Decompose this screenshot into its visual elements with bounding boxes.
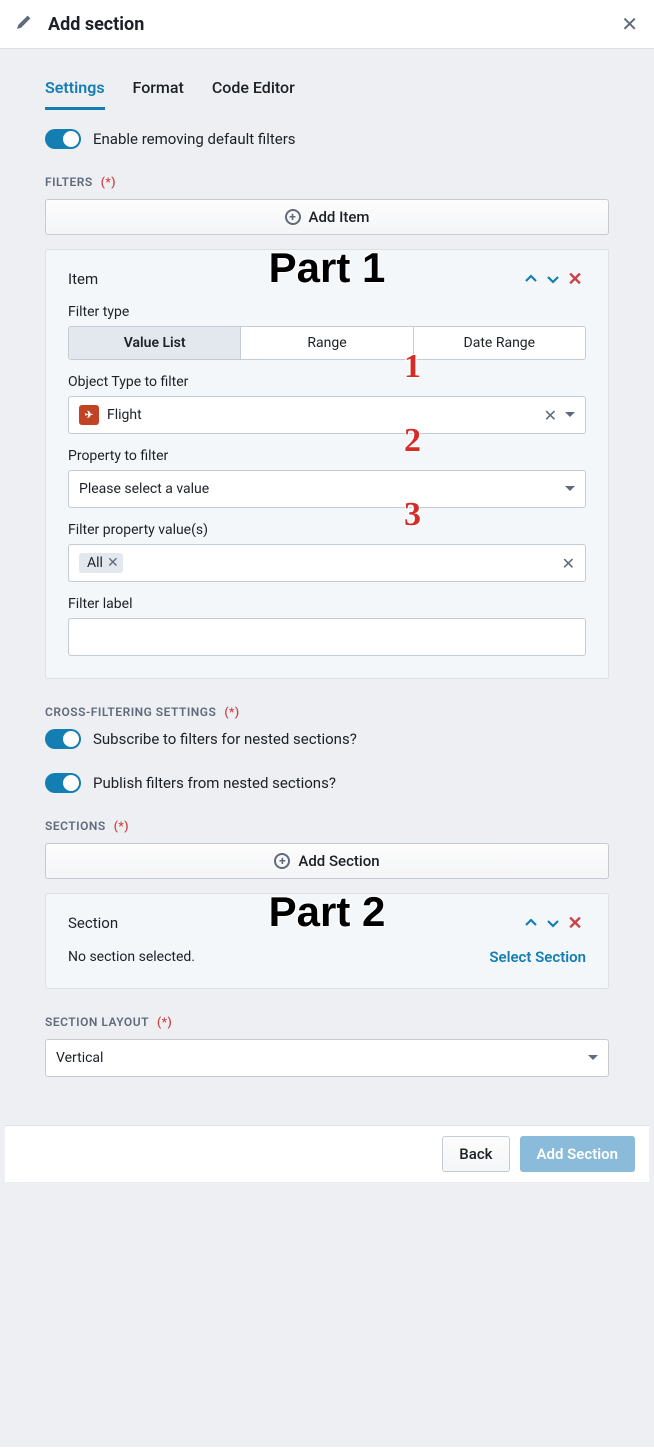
filter-type-segmented: Value List Range Date Range — [68, 326, 586, 360]
toggle-subscribe-filters[interactable] — [45, 729, 81, 749]
tab-format[interactable]: Format — [133, 78, 184, 110]
move-down-button[interactable] — [542, 912, 564, 934]
tab-settings[interactable]: Settings — [45, 78, 105, 110]
property-select[interactable]: Please select a value — [68, 470, 586, 508]
add-section-button[interactable]: + Add Section — [45, 843, 609, 879]
close-icon[interactable]: ✕ — [621, 12, 638, 36]
add-section-submit-button[interactable]: Add Section — [520, 1136, 635, 1172]
filter-values-clear-icon[interactable]: ✕ — [562, 554, 575, 573]
dialog-title: Add section — [48, 14, 621, 35]
section-layout-value: Vertical — [56, 1050, 580, 1066]
section-card: Part 2 Section ✕ No section selected. Se… — [45, 893, 609, 989]
sections-label: SECTIONS(*) — [45, 819, 609, 833]
remove-item-button[interactable]: ✕ — [564, 269, 586, 290]
toggle-enable-removing-filters-label: Enable removing default filters — [93, 130, 296, 148]
chevron-down-icon[interactable] — [588, 1054, 598, 1062]
toggle-publish-filters[interactable] — [45, 773, 81, 793]
object-type-value: Flight — [107, 407, 536, 423]
filters-section-label: FILTERS(*) — [45, 175, 609, 189]
object-type-label: Object Type to filter — [68, 374, 586, 390]
filter-type-date-range[interactable]: Date Range — [414, 327, 585, 359]
dialog-footer: Back Add Section — [5, 1125, 649, 1182]
chevron-down-icon[interactable] — [565, 411, 575, 419]
move-up-button[interactable] — [520, 912, 542, 934]
move-up-button[interactable] — [520, 268, 542, 290]
section-title: Section — [68, 914, 118, 932]
back-button[interactable]: Back — [442, 1136, 509, 1172]
filter-item-card: Part 1 Item ✕ Filter type Value List Ran… — [45, 249, 609, 679]
filter-type-range[interactable]: Range — [241, 327, 413, 359]
filter-type-value-list[interactable]: Value List — [69, 327, 241, 359]
tab-bar: Settings Format Code Editor — [45, 78, 609, 111]
chip-remove-icon[interactable]: ✕ — [107, 555, 119, 571]
flight-icon: ✈ — [79, 405, 99, 425]
plus-icon: + — [274, 853, 290, 869]
dialog-header: Add section ✕ — [0, 0, 654, 49]
cross-filtering-label: CROSS-FILTERING SETTINGS(*) — [45, 705, 609, 719]
select-section-link[interactable]: Select Section — [489, 948, 586, 966]
filter-type-label: Filter type — [68, 304, 586, 320]
add-item-button[interactable]: + Add Item — [45, 199, 609, 235]
filter-label-input[interactable] — [68, 618, 586, 656]
section-layout-label: SECTION LAYOUT(*) — [45, 1015, 609, 1029]
object-type-select[interactable]: ✈ Flight ✕ — [68, 396, 586, 434]
property-to-filter-label: Property to filter — [68, 448, 586, 464]
tab-code-editor[interactable]: Code Editor — [212, 78, 295, 110]
dialog-body: Settings Format Code Editor Enable remov… — [0, 49, 654, 1447]
publish-filters-label: Publish filters from nested sections? — [93, 774, 336, 792]
no-section-text: No section selected. — [68, 949, 195, 965]
plus-icon: + — [285, 209, 301, 225]
filter-item-title: Item — [68, 270, 98, 288]
move-down-button[interactable] — [542, 268, 564, 290]
edit-icon — [16, 14, 32, 34]
filter-value-chip[interactable]: All ✕ — [79, 553, 123, 573]
object-type-clear-icon[interactable]: ✕ — [544, 406, 557, 425]
filter-property-values-label: Filter property value(s) — [68, 522, 586, 538]
subscribe-filters-label: Subscribe to filters for nested sections… — [93, 730, 357, 748]
property-placeholder: Please select a value — [79, 481, 557, 497]
chevron-down-icon[interactable] — [565, 485, 575, 493]
section-layout-select[interactable]: Vertical — [45, 1039, 609, 1077]
remove-section-button[interactable]: ✕ — [564, 913, 586, 934]
toggle-enable-removing-filters[interactable] — [45, 129, 81, 149]
filter-values-input[interactable]: All ✕ ✕ — [68, 544, 586, 582]
filter-label-label: Filter label — [68, 596, 586, 612]
